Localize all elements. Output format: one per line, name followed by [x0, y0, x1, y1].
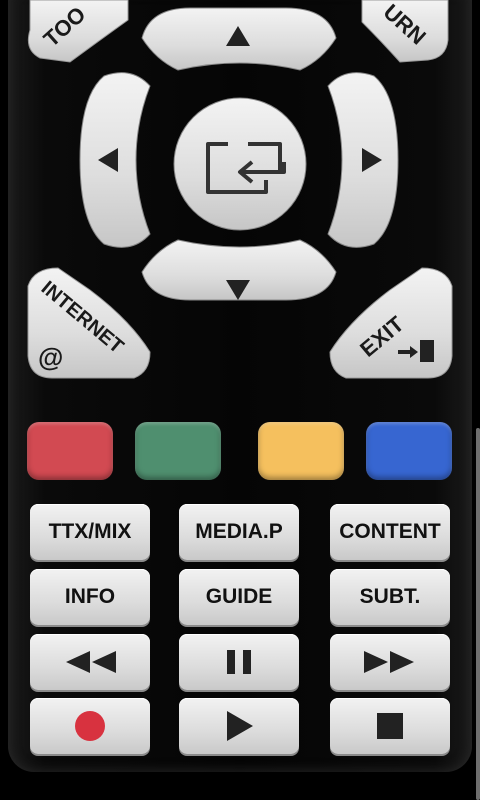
guide-label: GUIDE	[205, 585, 273, 608]
ttx-mix-button[interactable]: TTX/MIX	[30, 504, 150, 560]
scrollbar-thumb[interactable]	[476, 428, 480, 800]
at-icon: @	[38, 342, 63, 372]
media-p-button[interactable]: MEDIA.P	[179, 504, 299, 560]
ttx-mix-label: TTX/MIX	[48, 520, 132, 543]
fast-forward-button[interactable]	[330, 634, 450, 690]
record-icon	[75, 711, 105, 741]
blue-button[interactable]	[366, 422, 452, 480]
right-button[interactable]	[327, 72, 399, 248]
red-button[interactable]	[27, 422, 113, 480]
green-button[interactable]	[135, 422, 221, 480]
content-label: CONTENT	[339, 520, 441, 543]
info-button[interactable]: INFO	[30, 569, 150, 625]
stop-button[interactable]	[330, 698, 450, 754]
down-button[interactable]	[141, 239, 337, 301]
stop-icon	[377, 713, 403, 739]
up-button[interactable]	[141, 7, 337, 71]
record-button[interactable]	[30, 698, 150, 754]
play-icon	[227, 711, 253, 741]
internet-button[interactable]: INTERNET @	[27, 267, 151, 379]
pause-button[interactable]	[179, 634, 299, 690]
return-button[interactable]: URN	[361, 0, 449, 63]
guide-button[interactable]: GUIDE	[179, 569, 299, 625]
scrollbar[interactable]	[474, 0, 480, 800]
play-button[interactable]	[179, 698, 299, 754]
subt-label: SUBT.	[359, 585, 421, 608]
content-button[interactable]: CONTENT	[330, 504, 450, 560]
info-label: INFO	[64, 585, 116, 608]
dpad: TOO URN INTERNET @ EXIT	[27, 0, 453, 379]
yellow-button[interactable]	[258, 422, 344, 480]
pause-icon	[227, 650, 251, 674]
subt-button[interactable]: SUBT.	[330, 569, 450, 625]
exit-button[interactable]: EXIT	[329, 267, 453, 379]
tools-button[interactable]: TOO	[27, 0, 129, 63]
fast-forward-icon	[364, 651, 414, 673]
left-button[interactable]	[79, 72, 151, 248]
media-p-label: MEDIA.P	[195, 520, 283, 543]
enter-button[interactable]	[173, 97, 307, 231]
rewind-button[interactable]	[30, 634, 150, 690]
rewind-icon	[66, 651, 116, 673]
